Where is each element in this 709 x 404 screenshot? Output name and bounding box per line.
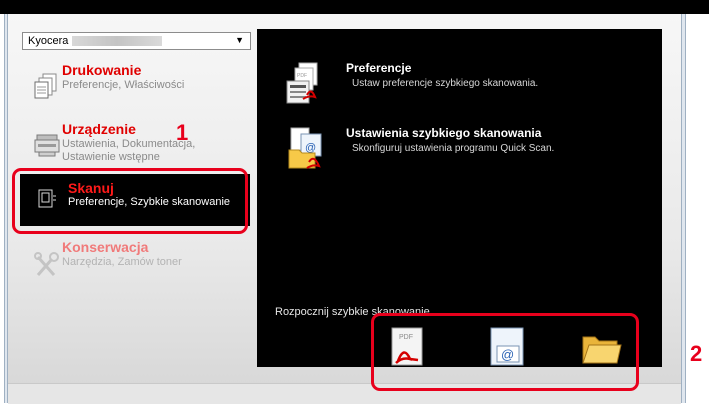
sidebar-item-subtitle: Narzędzia, Zamów toner [62,256,182,268]
device-model-redacted [72,36,163,46]
device-select[interactable]: Kyocera ▼ [22,32,251,50]
sidebar-item-print[interactable]: Drukowanie Preferencje, Właściwości [22,62,248,110]
tools-icon [34,251,60,279]
callout-box-1 [12,168,248,234]
device-select-value: Kyocera [28,35,69,47]
svg-text:PDF: PDF [297,73,307,79]
window-top-bar [0,0,709,14]
callout-number-1: 1 [176,120,189,145]
option-title: Ustawienia szybkiego skanowania [346,126,542,140]
sidebar-item-device[interactable]: Urządzenie Ustawienia, Dokumentacja, Ust… [22,121,248,171]
sidebar-item-maintenance[interactable]: Konserwacja Narzędzia, Zamów toner [22,239,248,287]
chevron-down-icon: ▼ [235,35,244,45]
sidebar-item-title: Urządzenie [62,121,136,137]
option-title: Preferencje [346,61,412,75]
window-right-border [681,14,686,403]
callout-number-2: 2 [690,341,703,366]
pdf-preferences-icon: PDF [285,61,331,107]
sidebar-item-title: Drukowanie [62,62,142,78]
callout-box-2 [371,313,639,391]
option-subtitle: Skonfiguruj ustawienia programu Quick Sc… [352,143,555,154]
quick-scan-settings-icon: @ [285,126,331,172]
option-subtitle: Ustaw preferencje szybkiego skanowania. [352,78,539,89]
printer-icon [34,72,60,100]
svg-text:@: @ [305,142,316,154]
sidebar-item-title: Konserwacja [62,239,149,255]
sidebar-item-subtitle: Preferencje, Właściwości [62,79,185,91]
multifunction-printer-icon [34,131,60,159]
